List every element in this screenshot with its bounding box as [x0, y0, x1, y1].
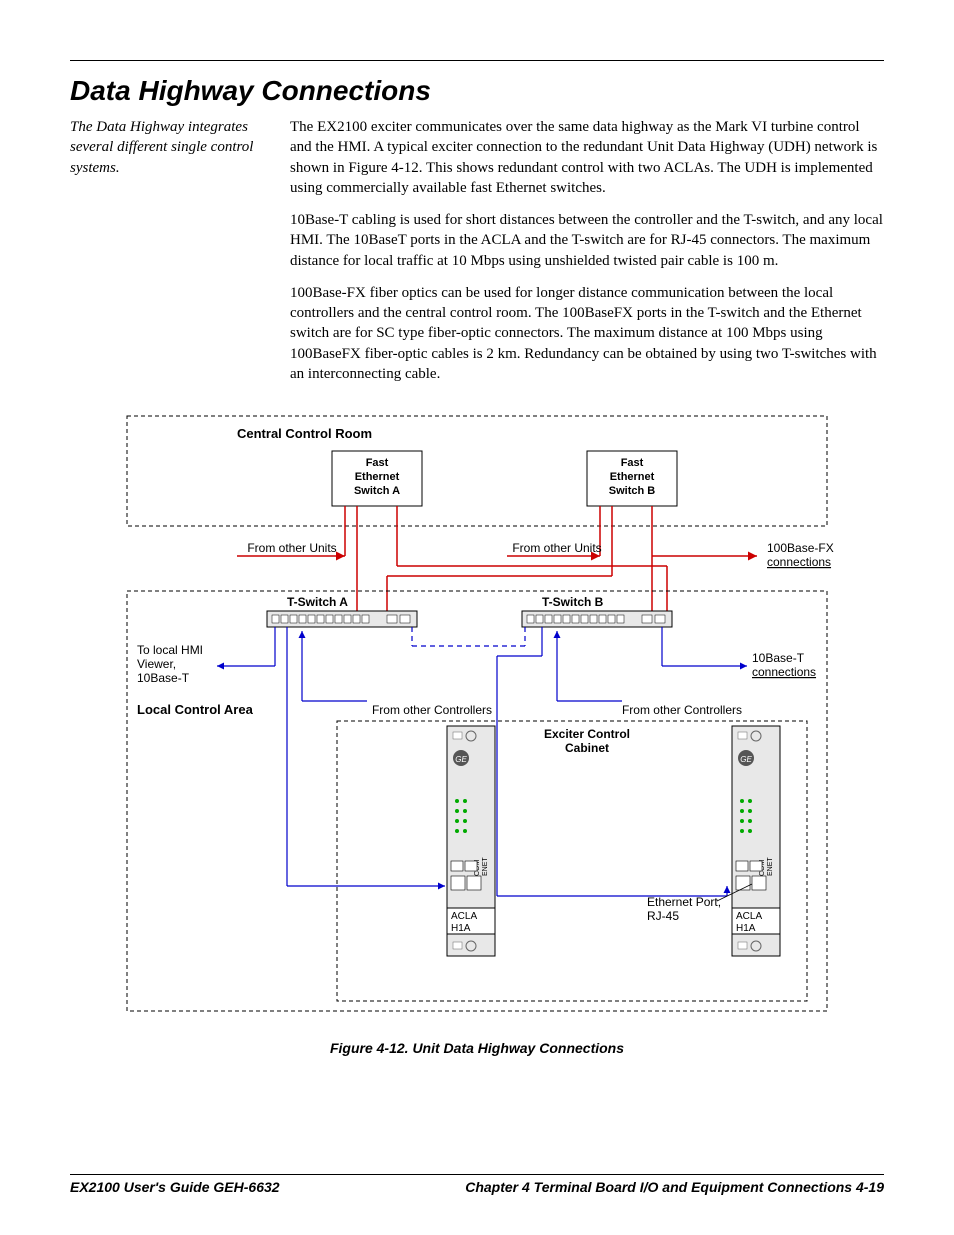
tswitch-a-label: T-Switch A	[287, 595, 348, 609]
exciter-label-2: Cabinet	[565, 741, 609, 755]
from-units-b-label: From other Units	[512, 541, 601, 555]
top-rule	[70, 60, 884, 61]
svg-text:H1A: H1A	[736, 923, 756, 934]
acla-card-left: GE COM ENET ACLA	[447, 726, 495, 956]
from-units-a-label: From other Units	[247, 541, 336, 555]
paragraph-1: The EX2100 exciter communicates over the…	[290, 117, 884, 198]
hmi-label-1: To local HMI	[137, 643, 203, 657]
switch-a-line3: Switch A	[354, 485, 400, 497]
svg-text:GE: GE	[455, 755, 467, 764]
tenbase-label-1: 10Base-T	[752, 651, 805, 665]
tswitch-b-label: T-Switch B	[542, 595, 604, 609]
from-ctrl-b-label: From other Controllers	[622, 703, 742, 717]
hmi-label-3: 10Base-T	[137, 671, 190, 685]
tenbase-label-2: connections	[752, 665, 816, 679]
switch-b-line2: Ethernet	[610, 471, 655, 483]
paragraph-2: 10Base-T cabling is used for short dista…	[290, 210, 884, 271]
svg-text:ENET: ENET	[482, 857, 489, 876]
footer-right: Chapter 4 Terminal Board I/O and Equipme…	[465, 1179, 884, 1195]
switch-b-line3: Switch B	[609, 485, 656, 497]
hmi-label-2: Viewer,	[137, 657, 176, 671]
enet-port-label-1: Ethernet Port,	[647, 895, 721, 909]
page-footer: EX2100 User's Guide GEH-6632 Chapter 4 T…	[70, 1174, 884, 1195]
margin-note: The Data Highway integrates several diff…	[70, 117, 270, 396]
fx-label-line2: connections	[767, 555, 831, 569]
page-title: Data Highway Connections	[70, 75, 884, 107]
switch-a-line2: Ethernet	[355, 471, 400, 483]
central-control-room-label: Central Control Room	[237, 426, 372, 441]
svg-text:ACLA: ACLA	[451, 911, 477, 922]
two-column-layout: The Data Highway integrates several diff…	[70, 117, 884, 396]
footer-left: EX2100 User's Guide GEH-6632	[70, 1179, 280, 1195]
svg-text:ACLA: ACLA	[736, 911, 762, 922]
tswitch-a-ports	[272, 615, 410, 623]
footer-rule	[70, 1174, 884, 1175]
svg-text:H1A: H1A	[451, 923, 471, 934]
svg-text:GE: GE	[740, 755, 752, 764]
figure-caption: Figure 4-12. Unit Data Highway Connectio…	[330, 1040, 624, 1056]
paragraph-3: 100Base-FX fiber optics can be used for …	[290, 283, 884, 384]
enet-port-label-2: RJ-45	[647, 909, 679, 923]
switch-a-line1: Fast	[366, 457, 389, 469]
switch-b-line1: Fast	[621, 457, 644, 469]
acla-card-right: GE COM ENET ACLA H1A	[732, 726, 780, 956]
figure-diagram: Central Control Room Fast Ethernet Switc…	[117, 406, 837, 1026]
svg-text:ENET: ENET	[767, 857, 774, 876]
figure-wrapper: Central Control Room Fast Ethernet Switc…	[70, 406, 884, 1056]
exciter-label-1: Exciter Control	[544, 727, 630, 741]
body-text: The EX2100 exciter communicates over the…	[290, 117, 884, 396]
fx-label-line1: 100Base-FX	[767, 541, 834, 555]
tswitch-b-ports	[527, 615, 665, 623]
local-area-label: Local Control Area	[137, 702, 254, 717]
central-control-room-box	[127, 416, 827, 526]
from-ctrl-a-label: From other Controllers	[372, 703, 492, 717]
